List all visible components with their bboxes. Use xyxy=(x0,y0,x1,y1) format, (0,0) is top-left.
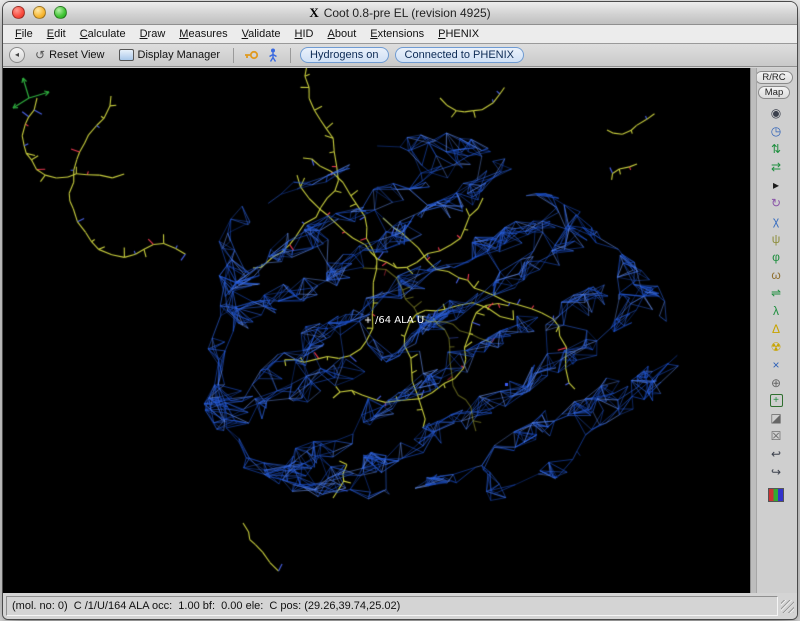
rotate-translate-icon[interactable]: ↻ xyxy=(767,195,785,211)
reset-view-icon: ↺ xyxy=(35,48,45,62)
sidechain-flip-icon[interactable]: λ xyxy=(767,303,785,319)
toolbar-separator xyxy=(233,48,234,63)
display-manager-button[interactable]: Display Manager xyxy=(115,48,225,62)
auto-fit-rotamer-icon[interactable]: χ xyxy=(767,213,785,229)
right-panel: R/RC Map ◉ ◷ ⇅ ⇄ ▸ ↻ χ ψ φ ω ⇌ λ Δ ☢ × ⊕… xyxy=(751,68,797,593)
menu-extensions[interactable]: Extensions xyxy=(363,27,431,41)
rotamers-icon[interactable]: ψ xyxy=(767,231,785,247)
menu-draw[interactable]: Draw xyxy=(133,27,173,41)
sphere-display-icon[interactable]: ◉ xyxy=(767,105,785,121)
display-manager-icon xyxy=(119,49,134,61)
delete-item-icon[interactable]: ☒ xyxy=(767,428,785,444)
content-area: /64 ALA U R/RC Map ◉ ◷ ⇅ ⇄ ▸ ↻ χ ψ φ ω ⇌… xyxy=(3,68,797,593)
reset-view-label: Reset View xyxy=(49,49,104,61)
real-space-refine-icon[interactable]: ⇅ xyxy=(767,141,785,157)
map-button[interactable]: Map xyxy=(758,86,790,99)
window-title: X Coot 0.8-pre EL (revision 4925) xyxy=(3,5,797,21)
rigid-body-fit-icon[interactable]: ▸ xyxy=(767,177,785,193)
menu-about[interactable]: About xyxy=(321,27,364,41)
place-atom-icon[interactable]: ⊕ xyxy=(767,375,785,391)
menu-phenix[interactable]: PHENIX xyxy=(431,27,486,41)
title-bar[interactable]: X Coot 0.8-pre EL (revision 4925) xyxy=(3,2,797,25)
torsion-general-icon[interactable]: ω xyxy=(767,267,785,283)
phenix-connection-button[interactable]: Connected to PHENIX xyxy=(395,47,524,63)
right-toolbar-scrollbar[interactable] xyxy=(751,68,757,593)
molecular-viewport[interactable] xyxy=(3,68,750,593)
redo-icon[interactable]: ↪ xyxy=(767,464,785,480)
mutate-residue-icon[interactable]: Δ xyxy=(767,321,785,337)
app-window: X Coot 0.8-pre EL (revision 4925) File Ed… xyxy=(2,1,798,620)
key-icon[interactable] xyxy=(243,47,259,63)
undo-icon[interactable]: ↩ xyxy=(767,446,785,462)
display-colours-icon[interactable] xyxy=(768,488,784,502)
menu-calculate[interactable]: Calculate xyxy=(73,27,133,41)
menu-hid[interactable]: HID xyxy=(288,27,321,41)
x11-icon: X xyxy=(309,5,318,20)
regularize-zone-icon[interactable]: ⇄ xyxy=(767,159,785,175)
hydrogens-toggle-button[interactable]: Hydrogens on xyxy=(300,47,389,63)
status-text: (mol. no: 0) C /1/U/164 ALA occ: 1.00 bf… xyxy=(6,596,778,616)
main-toolbar: ◂ ↺ Reset View Display Manager Hydrogens… xyxy=(3,44,797,67)
status-bar: (mol. no: 0) C /1/U/164 ALA occ: 1.00 bf… xyxy=(3,593,797,619)
flip-peptide-icon[interactable]: ⇌ xyxy=(767,285,785,301)
menu-file[interactable]: File xyxy=(8,27,40,41)
edit-chi-angles-icon[interactable]: φ xyxy=(767,249,785,265)
model-toolbar: ◉ ◷ ⇅ ⇄ ▸ ↻ χ ψ φ ω ⇌ λ Δ ☢ × ⊕ + ◪ ☒ ↩ xyxy=(767,105,785,502)
window-title-text: Coot 0.8-pre EL (revision 4925) xyxy=(324,6,491,20)
rrc-button[interactable]: R/RC xyxy=(755,71,792,84)
run-refmac-icon[interactable]: ☢ xyxy=(767,339,785,355)
eraser-icon[interactable]: ◪ xyxy=(767,410,785,426)
history-clock-icon[interactable]: ◷ xyxy=(767,123,785,139)
person-icon[interactable] xyxy=(265,47,281,63)
residue-label: /64 ALA U xyxy=(375,315,424,326)
toolbar-separator xyxy=(290,48,291,63)
clear-picks-icon[interactable]: × xyxy=(767,357,785,373)
menu-measures[interactable]: Measures xyxy=(172,27,234,41)
display-manager-label: Display Manager xyxy=(138,49,221,61)
add-residue-icon[interactable]: + xyxy=(770,394,783,407)
toolbar-overflow-button[interactable]: ◂ xyxy=(9,47,25,63)
menu-edit[interactable]: Edit xyxy=(40,27,73,41)
viewport-area: /64 ALA U xyxy=(3,68,751,593)
menu-validate[interactable]: Validate xyxy=(235,27,288,41)
reset-view-button[interactable]: ↺ Reset View xyxy=(31,47,109,63)
resize-grip[interactable] xyxy=(781,600,794,613)
menu-bar: File Edit Calculate Draw Measures Valida… xyxy=(3,25,797,44)
